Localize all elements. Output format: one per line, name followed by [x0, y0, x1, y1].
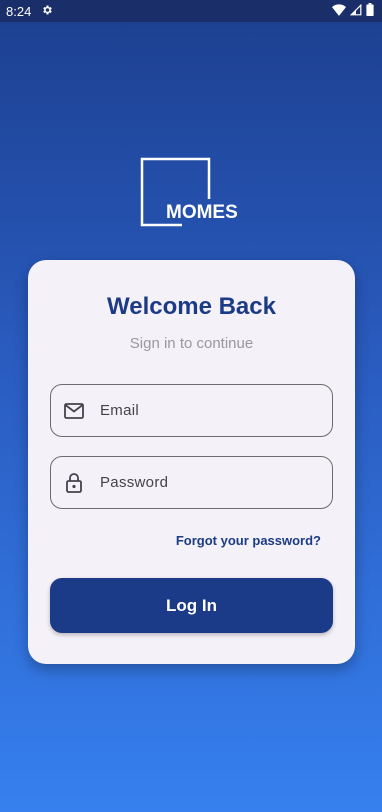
status-time: 8:24: [6, 3, 32, 19]
login-button[interactable]: Log In: [50, 578, 333, 633]
forgot-password-link[interactable]: Forgot your password?: [176, 533, 321, 548]
settings-icon: [41, 4, 53, 19]
email-placeholder: Email: [100, 402, 140, 419]
mail-icon: [63, 400, 85, 422]
battery-icon: [366, 3, 374, 19]
signal-icon: [349, 3, 362, 19]
logo-text: MOMES: [166, 202, 238, 223]
brand-logo: MOMES: [140, 157, 245, 229]
password-placeholder: Password: [100, 474, 169, 491]
page-title: Welcome Back: [107, 293, 276, 320]
status-bar: 8:24: [0, 0, 382, 22]
page-subtitle: Sign in to continue: [129, 335, 254, 352]
lock-icon: [63, 472, 85, 494]
status-right: [332, 3, 374, 19]
login-card: Welcome Back Sign in to continue Email P…: [28, 260, 355, 664]
status-left: 8:24: [6, 4, 53, 19]
password-field[interactable]: Password: [50, 456, 333, 509]
wifi-icon: [332, 3, 346, 19]
email-field[interactable]: Email: [50, 384, 333, 437]
